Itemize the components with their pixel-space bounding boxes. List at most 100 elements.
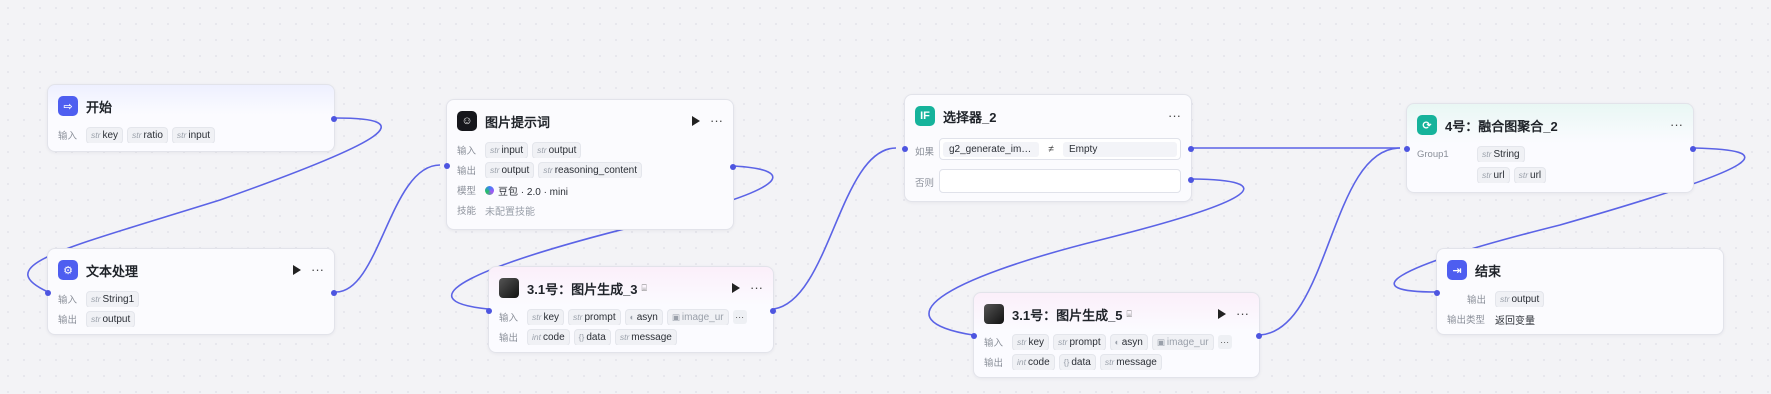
image-prompt-node[interactable]: ☺ 图片提示词 ··· 输入 str input str output 输出 str… xyxy=(444,99,736,230)
variable-tag: str reasoning_content xyxy=(538,162,643,178)
inputs-label: 输入 xyxy=(58,131,78,142)
variable-tag: str String xyxy=(1477,146,1525,162)
inputs-label: 输入 xyxy=(984,338,1004,349)
output-port[interactable] xyxy=(770,308,776,314)
variable-tag: str output xyxy=(1495,291,1545,307)
toggle-variable-tag: ◐ asyn xyxy=(624,309,663,325)
variable-tag: str output xyxy=(86,311,136,327)
more-icon[interactable]: ··· xyxy=(1168,109,1181,122)
input-port[interactable] xyxy=(486,308,492,314)
inputs-label: 输入 xyxy=(58,295,78,306)
edge-gen3-to-selector xyxy=(773,147,897,310)
outputs-label: 输出 xyxy=(1467,295,1487,306)
outputs-label: 输出 xyxy=(58,315,78,326)
node-title: 开始 xyxy=(86,99,113,115)
outputs-label: 输出 xyxy=(984,358,1004,369)
image-variable-tag: ▣ image_ur xyxy=(666,309,729,325)
run-button[interactable] xyxy=(692,116,700,126)
variable-tag: {} data xyxy=(573,329,611,345)
input-port[interactable] xyxy=(1434,290,1440,296)
more-variables-button[interactable]: ··· xyxy=(732,310,747,324)
model-name: 豆包 · 2.0 · mini xyxy=(498,186,569,198)
inputs-label: 输入 xyxy=(457,146,477,157)
variable-tag: str output xyxy=(485,162,535,178)
input-port[interactable] xyxy=(971,333,977,339)
text-processing-node[interactable]: ⚙ 文本处理 ··· 输入 str String1 输出 str output xyxy=(45,248,337,335)
merge-aggregate-node[interactable]: ⟳ 4号：融合图聚合_2 ··· Group1 str String str url… xyxy=(1404,103,1696,193)
variable-tag: int code xyxy=(1012,354,1055,370)
variable-tag: str String1 xyxy=(86,291,140,307)
output-port[interactable] xyxy=(730,164,736,170)
more-icon[interactable]: ··· xyxy=(710,114,723,127)
variable-tag: str url xyxy=(1477,167,1510,183)
if-output-port[interactable] xyxy=(1188,146,1194,152)
model-logo-icon xyxy=(485,185,494,195)
node-title: 选择器_2 xyxy=(943,109,997,125)
variable-tag: str message xyxy=(1099,354,1162,370)
input-port[interactable] xyxy=(902,146,908,152)
image-gen-icon xyxy=(984,304,1004,324)
toggle-variable-tag: ◐ asyn xyxy=(1109,334,1148,350)
llm-icon: ☺ xyxy=(457,111,477,131)
variable-tag: str key xyxy=(86,127,124,143)
start-node[interactable]: ⇨ 开始 输入 str key str ratio str input xyxy=(47,84,337,152)
selector-node[interactable]: IF 选择器_2 ··· 如果 g2_generate_ima··· ≠ Emp… xyxy=(902,94,1194,202)
node-title: 图片提示词 xyxy=(485,114,551,130)
group-label: Group1 xyxy=(1417,148,1449,160)
variable-tag: str prompt xyxy=(1053,334,1106,350)
skills-value: 未配置技能 xyxy=(485,206,535,218)
variable-tag: str prompt xyxy=(568,309,621,325)
input-port[interactable] xyxy=(444,163,450,169)
run-button[interactable] xyxy=(293,265,301,275)
condition-operator[interactable]: ≠ xyxy=(1039,144,1063,155)
condition-row[interactable]: g2_generate_ima··· ≠ Empty xyxy=(939,138,1181,160)
image-variable-tag: ▣ image_ur xyxy=(1151,334,1214,350)
variable-tag: str input xyxy=(485,142,529,158)
else-row[interactable] xyxy=(939,169,1181,193)
else-output-port[interactable] xyxy=(1188,177,1194,183)
plugin-badge-icon: ⌸ xyxy=(1126,308,1132,319)
more-variables-button[interactable]: ··· xyxy=(1217,335,1232,349)
run-button[interactable] xyxy=(1218,309,1226,319)
variable-tag: str message xyxy=(614,329,677,345)
outputs-label: 输出 xyxy=(457,166,477,177)
skills-label: 技能 xyxy=(457,206,477,217)
output-port[interactable] xyxy=(1690,146,1696,152)
node-title: 3.1号：图片生成_3 xyxy=(527,281,638,297)
node-title: 4号：融合图聚合_2 xyxy=(1445,118,1558,134)
edge-text-to-prompt xyxy=(335,164,441,293)
variable-tag: str output xyxy=(532,142,582,158)
more-icon[interactable]: ··· xyxy=(1236,307,1249,320)
variable-tag: {} data xyxy=(1058,354,1096,370)
start-icon: ⇨ xyxy=(58,96,78,116)
image-gen-icon xyxy=(499,278,519,298)
output-type-value: 返回变量 xyxy=(1495,315,1535,327)
end-node[interactable]: ⇥ 结束 输出 str output 输出类型 返回变量 xyxy=(1434,248,1724,335)
inputs-label: 输入 xyxy=(499,313,519,324)
more-icon[interactable]: ··· xyxy=(1670,118,1683,131)
node-title: 3.1号：图片生成_5 xyxy=(1012,307,1123,323)
output-port[interactable] xyxy=(331,116,337,122)
outputs-label: 输出 xyxy=(499,333,519,344)
variable-tag: str ratio xyxy=(127,127,168,143)
variable-tag: str input xyxy=(171,127,216,143)
node-title: 文本处理 xyxy=(86,263,139,279)
output-port[interactable] xyxy=(1256,333,1262,339)
plugin-badge-icon: ⌸ xyxy=(641,282,647,293)
more-icon[interactable]: ··· xyxy=(750,281,763,294)
condition-value[interactable]: Empty xyxy=(1063,141,1177,157)
if-label: 如果 xyxy=(915,147,935,158)
condition-variable[interactable]: g2_generate_ima··· xyxy=(943,141,1039,157)
image-gen-5-node[interactable]: 3.1号：图片生成_5 ⌸ ··· 输入 str key str prompt ◐ a… xyxy=(971,292,1262,378)
else-label: 否则 xyxy=(915,178,935,189)
image-gen-3-node[interactable]: 3.1号：图片生成_3 ⌸ ··· 输入 str key str prompt ◐ a… xyxy=(486,266,776,353)
variable-tag: int code xyxy=(527,329,570,345)
end-icon: ⇥ xyxy=(1447,260,1467,280)
output-port[interactable] xyxy=(331,290,337,296)
model-label: 模型 xyxy=(457,186,477,197)
variable-tag: str key xyxy=(1012,334,1050,350)
input-port[interactable] xyxy=(1404,146,1410,152)
more-icon[interactable]: ··· xyxy=(311,263,324,276)
input-port[interactable] xyxy=(45,290,51,296)
run-button[interactable] xyxy=(732,283,740,293)
